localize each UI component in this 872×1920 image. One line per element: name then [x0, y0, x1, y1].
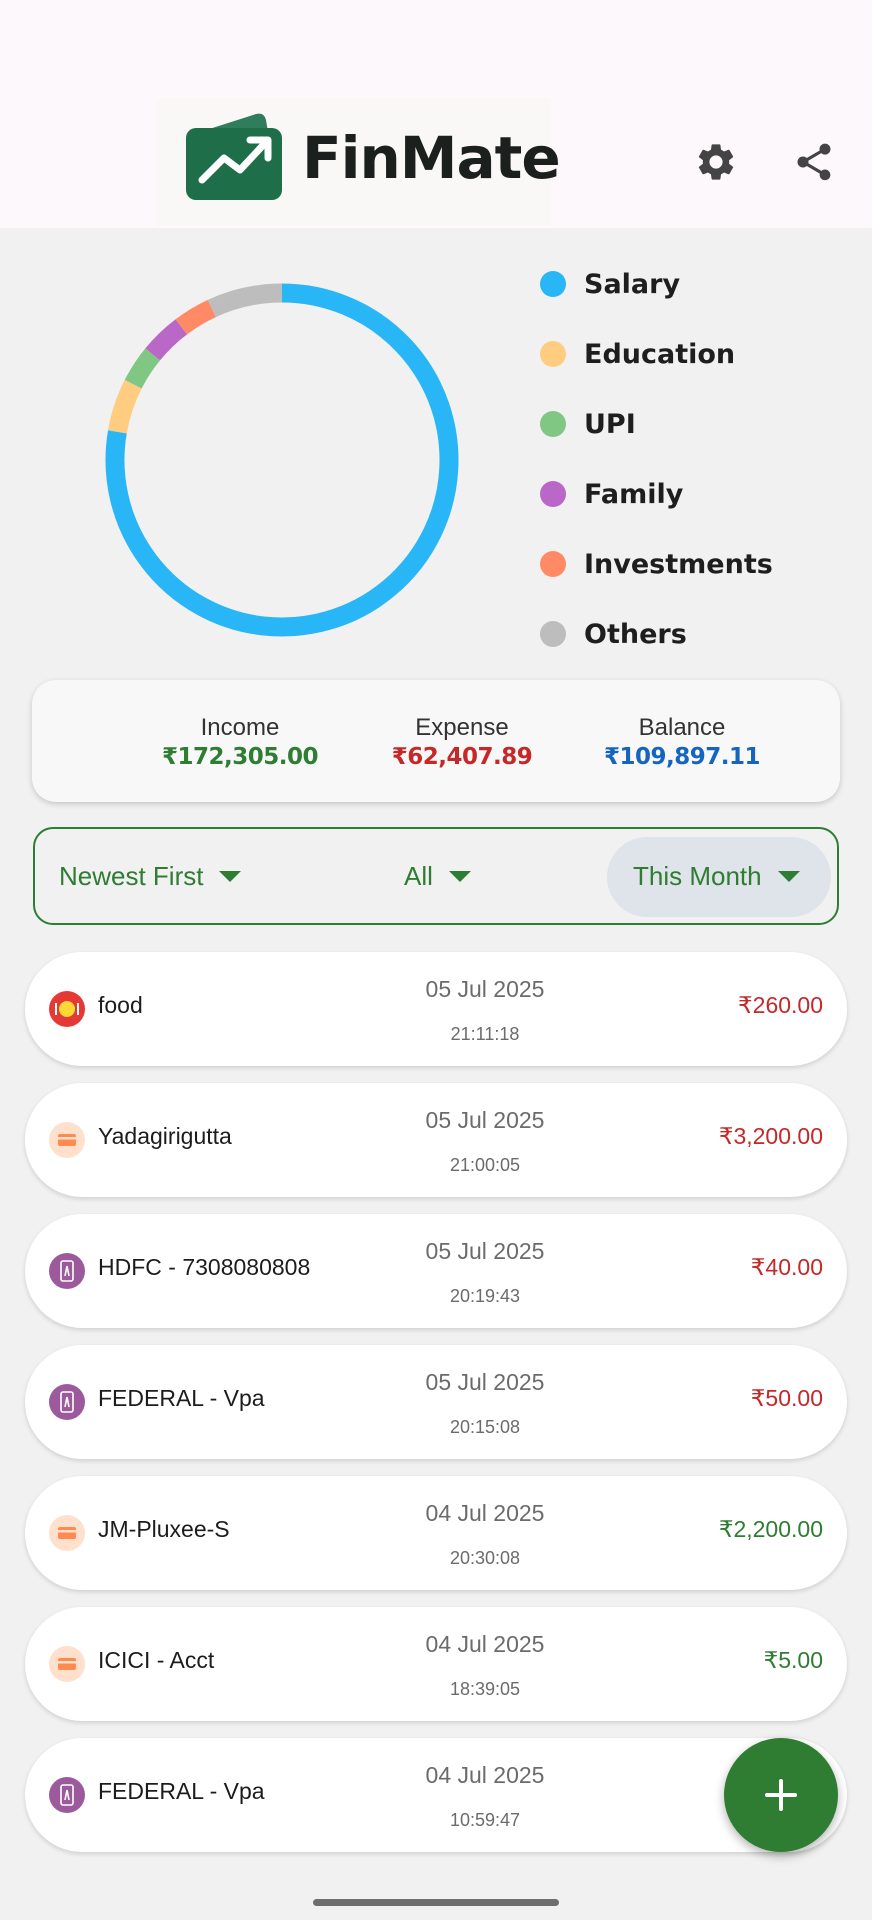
- plus-icon: [765, 1779, 797, 1811]
- legend-label: UPI: [584, 408, 636, 440]
- summary-card: Income ₹172,305.00 Expense ₹62,407.89 Ba…: [32, 680, 840, 802]
- legend-swatch: [540, 411, 566, 437]
- income-summary: Income ₹172,305.00: [130, 714, 350, 772]
- legend-swatch: [540, 621, 566, 647]
- type-dropdown-label: All: [404, 860, 433, 891]
- category-donut-chart: [105, 283, 459, 637]
- transaction-item[interactable]: Yadagirigutta 05 Jul 2025 21:00:05 ₹3,200.0…: [25, 1083, 847, 1197]
- legend-swatch: [540, 551, 566, 577]
- transaction-title: HDFC - 7308080808: [98, 1254, 311, 1280]
- legend-item: Family: [540, 472, 683, 516]
- transaction-date: 04 Jul 2025: [425, 1762, 545, 1788]
- donut-slice-family: [145, 319, 188, 361]
- legend-item: Salary: [540, 262, 680, 306]
- transaction-item[interactable]: ICICI - Acct 04 Jul 2025 18:39:05 ₹5.00: [25, 1607, 847, 1721]
- transaction-title: Yadagirigutta: [98, 1123, 232, 1149]
- donut-slice-investments: [175, 299, 217, 335]
- app-title: FinMate: [302, 124, 561, 192]
- expense-label: Expense: [415, 714, 509, 741]
- type-dropdown[interactable]: All: [404, 829, 471, 923]
- transaction-date: 04 Jul 2025: [425, 1500, 545, 1526]
- settings-icon[interactable]: [692, 138, 740, 186]
- transaction-time: 18:39:05: [449, 1679, 521, 1699]
- balance-label: Balance: [638, 714, 726, 741]
- transaction-title: FEDERAL - Vpa: [98, 1385, 265, 1411]
- chevron-down-icon: [777, 870, 800, 882]
- home-indicator: [313, 1899, 559, 1906]
- card-icon: [49, 1122, 85, 1158]
- period-dropdown[interactable]: This Month: [633, 829, 800, 923]
- legend-label: Others: [584, 618, 687, 650]
- donut-slice-education: [108, 379, 142, 434]
- expense-value: ₹62,407.89: [391, 744, 533, 770]
- income-value: ₹172,305.00: [161, 744, 319, 770]
- transaction-date: 05 Jul 2025: [425, 1369, 545, 1395]
- legend-swatch: [540, 481, 566, 507]
- app-logo: FinMate: [156, 98, 561, 226]
- balance-summary: Balance ₹109,897.11: [572, 714, 792, 772]
- transaction-amount: ₹260.00: [738, 992, 823, 1018]
- transaction-date: 05 Jul 2025: [425, 976, 545, 1002]
- share-icon[interactable]: [790, 138, 838, 186]
- legend-item: UPI: [540, 402, 636, 446]
- legend-label: Education: [584, 338, 736, 370]
- transaction-amount: ₹3,200.00: [718, 1123, 823, 1149]
- donut-slice-others: [207, 283, 283, 318]
- transaction-date: 05 Jul 2025: [425, 1107, 545, 1133]
- sort-dropdown[interactable]: Newest First: [59, 829, 242, 923]
- period-dropdown-label: This Month: [633, 860, 762, 891]
- transaction-title: FEDERAL - Vpa: [98, 1778, 265, 1804]
- expense-summary: Expense ₹62,407.89: [352, 714, 572, 772]
- transaction-amount: ₹5.00: [763, 1647, 823, 1673]
- food-icon: [49, 991, 85, 1027]
- income-label: Income: [200, 714, 280, 741]
- legend-swatch: [540, 271, 566, 297]
- upi-phone-icon: [49, 1253, 85, 1289]
- app-header: FinMate: [0, 0, 872, 228]
- transaction-time: 10:59:47: [449, 1810, 521, 1830]
- card-icon: [49, 1515, 85, 1551]
- transaction-date: 05 Jul 2025: [425, 1238, 545, 1264]
- sort-dropdown-label: Newest First: [59, 860, 204, 891]
- transaction-title: JM-Pluxee-S: [98, 1516, 230, 1542]
- transaction-title: ICICI - Acct: [98, 1647, 215, 1673]
- legend-label: Salary: [584, 268, 681, 300]
- transaction-title: food: [98, 992, 143, 1018]
- transaction-time: 21:11:18: [450, 1024, 520, 1044]
- transaction-time: 20:15:08: [449, 1417, 521, 1437]
- legend-label: Family: [584, 478, 684, 510]
- legend-item: Others: [540, 612, 687, 656]
- chevron-down-icon: [219, 870, 242, 882]
- transaction-item[interactable]: FEDERAL - Vpa 05 Jul 2025 20:15:08 ₹50.00: [25, 1345, 847, 1459]
- transaction-item[interactable]: food 05 Jul 2025 21:11:18 ₹260.00: [25, 952, 847, 1066]
- legend-item: Investments: [540, 542, 773, 586]
- donut-slice-upi: [124, 348, 161, 389]
- transaction-item[interactable]: HDFC - 7308080808 05 Jul 2025 20:19:43 ₹40.…: [25, 1214, 847, 1328]
- card-icon: [49, 1646, 85, 1682]
- transaction-amount: ₹2,200.00: [718, 1516, 823, 1542]
- upi-phone-icon: [49, 1384, 85, 1420]
- transaction-item[interactable]: JM-Pluxee-S 04 Jul 2025 20:30:08 ₹2,200.00: [25, 1476, 847, 1590]
- transaction-time: 20:30:08: [449, 1548, 521, 1568]
- filter-bar: Newest First All This Month: [33, 827, 839, 925]
- transaction-date: 04 Jul 2025: [425, 1631, 545, 1657]
- transaction-amount: ₹50.00: [750, 1385, 823, 1411]
- balance-value: ₹109,897.11: [603, 744, 761, 770]
- chevron-down-icon: [448, 870, 471, 882]
- legend-label: Investments: [584, 548, 773, 580]
- wallet-trend-icon: [186, 113, 282, 200]
- upi-phone-icon: [49, 1777, 85, 1813]
- legend-swatch: [540, 341, 566, 367]
- transaction-time: 20:19:43: [449, 1286, 521, 1306]
- transaction-time: 21:00:05: [449, 1155, 521, 1175]
- transaction-amount: ₹40.00: [750, 1254, 823, 1280]
- legend-item: Education: [540, 332, 735, 376]
- add-transaction-button[interactable]: [724, 1738, 838, 1852]
